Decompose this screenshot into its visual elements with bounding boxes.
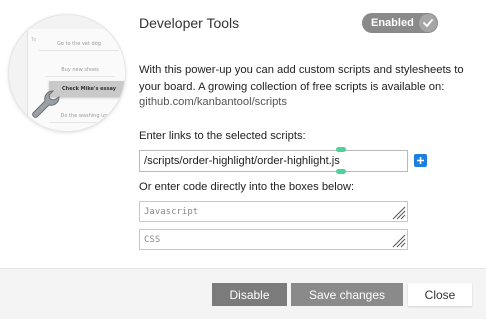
illustration-card: Buy new shoes	[45, 63, 115, 77]
resize-grip-icon[interactable]	[390, 232, 406, 248]
css-placeholder: CSS	[144, 235, 161, 245]
power-up-illustration: To Go to the vet dog Buy new shoes Check…	[8, 14, 126, 132]
code-label: Or enter code directly into the boxes be…	[139, 181, 355, 193]
check-icon	[423, 19, 433, 28]
css-code-field[interactable]: CSS	[139, 229, 408, 250]
javascript-placeholder: Javascript	[144, 207, 199, 217]
resize-grip-icon[interactable]	[390, 204, 406, 220]
illustration-card: Go to the vet dog	[39, 37, 119, 51]
selection-handle-top[interactable]	[336, 147, 346, 152]
page-title: Developer Tools	[139, 15, 240, 31]
scripts-label: Enter links to the selected scripts:	[139, 130, 306, 142]
add-script-button[interactable]	[414, 154, 427, 167]
illustration-side-text: To	[31, 37, 37, 43]
javascript-code-field[interactable]: Javascript	[139, 201, 408, 222]
description-text: With this power-up you can add custom sc…	[139, 64, 464, 93]
save-changes-button[interactable]: Save changes	[291, 283, 403, 306]
script-url-input[interactable]	[139, 150, 408, 172]
power-up-dialog: To Go to the vet dog Buy new shoes Check…	[0, 0, 486, 319]
toggle-knob	[419, 14, 437, 32]
plus-icon	[417, 157, 424, 164]
close-button[interactable]: Close	[408, 283, 472, 306]
selection-handle-bottom[interactable]	[336, 169, 346, 174]
scripts-link[interactable]: github.com/kanbantool/scripts	[139, 96, 287, 108]
enabled-toggle[interactable]: Enabled	[362, 13, 438, 33]
wrench-icon	[32, 90, 60, 118]
toggle-label: Enabled	[371, 17, 414, 29]
disable-button[interactable]: Disable	[212, 283, 287, 306]
